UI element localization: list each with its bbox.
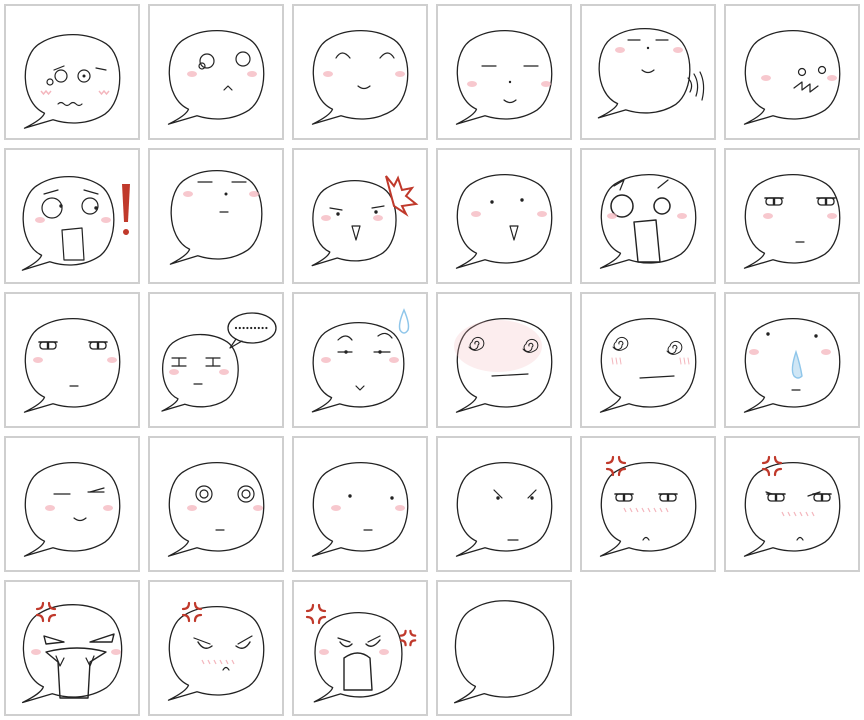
wide-eyed-face-icon	[743, 30, 841, 125]
nervous-face-icon	[23, 34, 121, 129]
blank-stare-face-icon	[455, 174, 553, 269]
furious-fangs-face-icon	[21, 601, 123, 704]
irritated-face-2-icon	[743, 455, 841, 557]
surprised-face-icon	[167, 30, 265, 125]
sticker-ellipsis-thinking-face[interactable]	[148, 292, 284, 428]
sticker-furious-fangs-face[interactable]	[4, 580, 140, 716]
sticker-shocked-exclamation-face[interactable]	[4, 148, 140, 284]
angry-shouting-face-icon	[311, 175, 419, 267]
stunned-ring-eyes-face-icon	[167, 462, 265, 557]
sticker-happy-closed-eyes-face[interactable]	[292, 4, 428, 140]
neutral-face-icon	[169, 170, 263, 265]
sticker-angry-face[interactable]	[148, 580, 284, 716]
sticker-raging-face[interactable]	[292, 580, 428, 716]
raging-face-icon	[305, 603, 417, 703]
sticker-bored-side-eye-face[interactable]	[4, 292, 140, 428]
empty-bubble-icon	[453, 600, 555, 704]
sticker-frowning-face[interactable]	[436, 436, 572, 572]
sticker-dizzy-blushing-face[interactable]	[436, 292, 572, 428]
sticker-smug-face[interactable]	[4, 436, 140, 572]
ellipsis-thinking-face-icon	[161, 312, 277, 412]
calm-face-icon	[455, 30, 553, 125]
sweatdrop-face-icon	[311, 308, 410, 413]
sticker-irritated-face[interactable]	[580, 436, 716, 572]
sticker-blank-stare-face[interactable]	[436, 148, 572, 284]
screaming-face-icon	[599, 174, 697, 269]
bored-side-eye-face-icon	[23, 318, 121, 413]
sticker-empty-bubble[interactable]	[436, 580, 572, 716]
sticker-dizzy-face[interactable]	[580, 292, 716, 428]
dizzy-blushing-face-icon	[454, 318, 553, 413]
sticker-stunned-ring-eyes-face[interactable]	[148, 436, 284, 572]
sticker-angry-shouting-face[interactable]	[292, 148, 428, 284]
sticker-neutral-face[interactable]	[148, 148, 284, 284]
dizzy-face-icon	[599, 318, 697, 413]
angry-face-icon	[167, 601, 265, 701]
sticker-irritated-face-2[interactable]	[724, 436, 860, 572]
annoyed-side-eye-face-icon	[743, 174, 841, 269]
content-waving-face-icon	[597, 28, 705, 119]
frowning-face-icon	[455, 462, 553, 557]
sticker-surprised-face[interactable]	[148, 4, 284, 140]
sticker-sweatdrop-face[interactable]	[292, 292, 428, 428]
shocked-exclamation-face-icon	[21, 176, 130, 271]
sticker-grid	[0, 0, 864, 720]
irritated-face-icon	[599, 455, 697, 557]
sticker-dot-eyes-face[interactable]	[292, 436, 428, 572]
smug-face-icon	[23, 462, 121, 557]
sticker-screaming-face[interactable]	[580, 148, 716, 284]
sticker-nervous-face[interactable]	[4, 4, 140, 140]
sticker-calm-face[interactable]	[436, 4, 572, 140]
sticker-content-waving-face[interactable]	[580, 4, 716, 140]
runny-nose-face-icon	[743, 318, 841, 413]
happy-closed-eyes-face-icon	[311, 30, 409, 125]
sticker-wide-eyed-face[interactable]	[724, 4, 860, 140]
sticker-annoyed-side-eye-face[interactable]	[724, 148, 860, 284]
dot-eyes-face-icon	[311, 462, 409, 557]
sticker-runny-nose-face[interactable]	[724, 292, 860, 428]
